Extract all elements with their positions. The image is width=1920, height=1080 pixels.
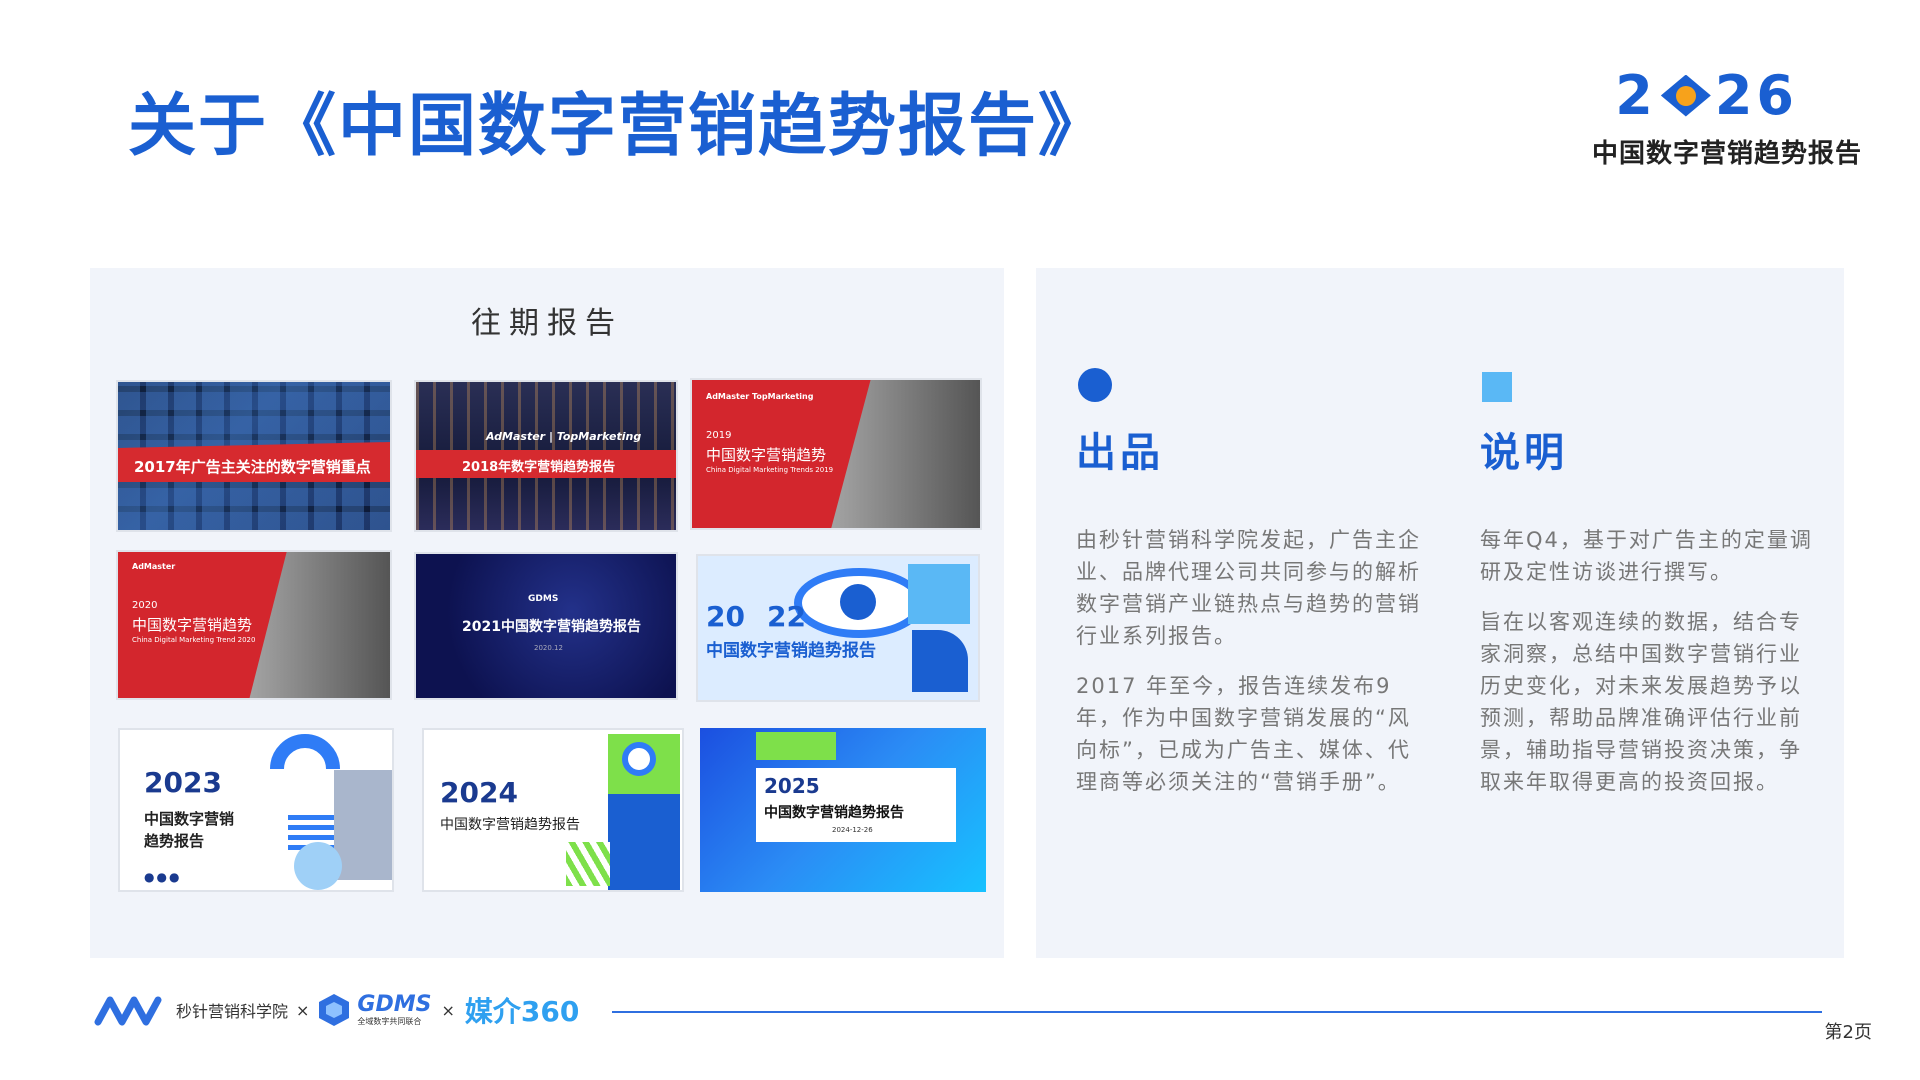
blue-block bbox=[608, 794, 680, 890]
report-thumb-2024[interactable]: 2024 中国数字营销趋势报告 bbox=[422, 728, 684, 892]
separator-x: × bbox=[441, 1000, 455, 1020]
separator-x: × bbox=[296, 1000, 310, 1020]
circle-bullet-icon bbox=[1078, 368, 1112, 402]
past-reports-title: 往期报告 bbox=[471, 306, 623, 341]
report-label: 中国数字营销 趋势报告 bbox=[144, 810, 235, 850]
header-subtitle: 中国数字营销趋势报告 bbox=[1591, 139, 1862, 169]
footer-divider bbox=[612, 1011, 1822, 1013]
report-year: 20 22 bbox=[706, 600, 806, 633]
logo-year-left: 2 bbox=[1615, 64, 1657, 127]
report-label: 中国数字营销趋势报告 bbox=[706, 641, 876, 661]
col2-para-2: 旨在以客观连续的数据，结合专家洞察，总结中国数字营销行业历史变化，对未来发展趋势… bbox=[1480, 610, 1802, 794]
report-brand: AdMaster bbox=[132, 562, 176, 571]
shape-grey-block bbox=[334, 770, 392, 880]
report-thumb-2020[interactable]: AdMaster 2020 中国数字营销趋势 China Digital Mar… bbox=[116, 550, 392, 700]
col2-para-1: 每年Q4，基于对广告主的定量调研及定性访谈进行撰写。 bbox=[1480, 528, 1813, 584]
col1-heading: 出品 bbox=[1076, 430, 1164, 476]
report-brand: AdMaster | TopMarketing bbox=[486, 430, 642, 443]
org2-subtitle: 全域数字共同联合 bbox=[357, 1017, 422, 1026]
report-label: 中国数字营销趋势 bbox=[706, 446, 827, 464]
col2-heading: 说明 bbox=[1480, 430, 1568, 476]
dots-icon: ●●● bbox=[144, 870, 182, 884]
report-label: 中国数字营销趋势 bbox=[132, 616, 253, 634]
gdms-cube-icon bbox=[319, 994, 350, 1026]
report-label: 中国数字营销趋势报告 bbox=[764, 805, 904, 821]
report-label: 2017年广告主关注的数字营销重点 bbox=[134, 458, 371, 476]
report-year: 2025 bbox=[764, 774, 820, 798]
report-thumb-2017[interactable]: 2017年广告主关注的数字营销重点 bbox=[116, 380, 392, 532]
eye-icon bbox=[1660, 74, 1711, 117]
report-label: 2021中国数字营销趋势报告 bbox=[462, 619, 641, 635]
org3-name: 媒介360 bbox=[464, 995, 580, 1028]
eye-circle bbox=[622, 742, 656, 776]
report-thumb-2025[interactable]: 2025 中国数字营销趋势报告 2024-12-26 bbox=[698, 726, 988, 894]
shape-blue-arc bbox=[270, 734, 340, 769]
org1-name: 秒针营销科学院 bbox=[176, 1002, 289, 1021]
report-thumb-2021[interactable]: GDMS 2021中国数字营销趋势报告 2020.12 bbox=[414, 552, 678, 700]
report-year: 2020 bbox=[132, 600, 158, 611]
report-thumb-2023[interactable]: 2023 中国数字营销 趋势报告 ●●● bbox=[118, 728, 394, 892]
green-stripes bbox=[566, 842, 610, 886]
report-thumb-2019[interactable]: AdMaster TopMarketing 2019 中国数字营销趋势 Chin… bbox=[690, 378, 982, 530]
past-reports-panel: 往期报告 2017年广告主关注的数字营销重点 AdMaster | TopMar… bbox=[90, 268, 1004, 958]
report-year: 2023 bbox=[144, 766, 222, 799]
shape-light-circle bbox=[294, 842, 342, 890]
col1-para-1: 由秒针营销科学院发起，广告主企业、品牌代理公司共同参与的解析数字营销产业链热点与… bbox=[1076, 528, 1421, 648]
footer-logos: 秒针营销科学院 × GDMS 全域数字共同联合 × 媒介360 bbox=[94, 988, 579, 1032]
square-bullet-icon bbox=[1482, 372, 1512, 402]
report-year: 2019 bbox=[706, 430, 732, 441]
accent-block bbox=[908, 564, 970, 624]
report-thumb-2018[interactable]: AdMaster | TopMarketing 2018年数字营销趋势报告 bbox=[414, 380, 678, 532]
report-date: 2020.12 bbox=[534, 644, 563, 652]
org2-name: GDMS bbox=[357, 992, 432, 1017]
report-thumb-2022[interactable]: 20 22 中国数字营销趋势报告 bbox=[696, 554, 980, 702]
report-date: 2024-12-26 bbox=[832, 826, 873, 834]
report-year-logo: 2 26 bbox=[1615, 64, 1798, 127]
eye-pupil bbox=[840, 584, 876, 620]
report-subtitle-en: China Digital Marketing Trend 2020 bbox=[132, 636, 256, 644]
page-title: 关于《中国数字营销趋势报告》 bbox=[128, 87, 1109, 166]
page-number: 第2页 bbox=[1824, 1022, 1872, 1043]
org2-block: GDMS 全域数字共同联合 bbox=[357, 994, 431, 1026]
letter-r-graphic bbox=[912, 630, 968, 692]
report-label: 中国数字营销趋势报告 bbox=[440, 817, 580, 833]
report-brand: GDMS bbox=[528, 594, 559, 604]
miaozhen-logo-icon bbox=[94, 996, 162, 1026]
logo-year-right: 26 bbox=[1714, 64, 1798, 127]
green-bar bbox=[756, 732, 836, 760]
report-brand: AdMaster TopMarketing bbox=[706, 392, 814, 401]
about-panel: 出品 由秒针营销科学院发起，广告主企业、品牌代理公司共同参与的解析数字营销产业链… bbox=[1036, 268, 1844, 958]
col1-para-2: 2017 年至今，报告连续发布9年，作为中国数字营销发展的“风向标”，已成为广告… bbox=[1076, 674, 1411, 794]
report-year: 2024 bbox=[440, 776, 518, 809]
report-subtitle-en: China Digital Marketing Trends 2019 bbox=[706, 466, 834, 474]
report-label: 2018年数字营销趋势报告 bbox=[462, 460, 616, 475]
